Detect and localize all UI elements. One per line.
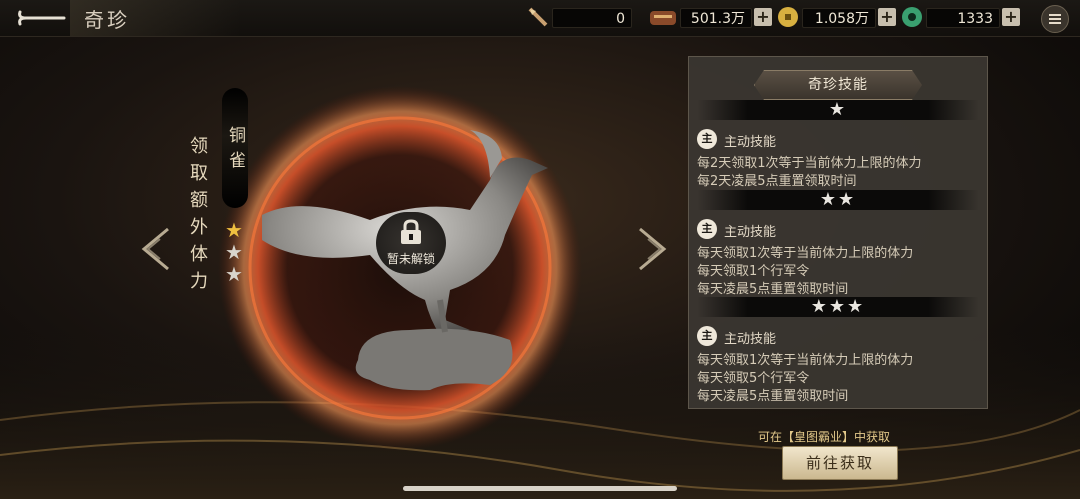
active-skill-tag: 主 [697,219,717,239]
bag-icon [650,11,676,25]
menu-button[interactable] [1041,5,1069,33]
source-hint: 可在【皇图霸业】中获取 [758,430,891,444]
resource-jade-value: 1333 [926,8,1000,28]
add-coin-button[interactable]: + [878,8,896,26]
gold-coin-icon [778,7,798,27]
skill-description-line: 每天领取5个行军令 [697,371,810,386]
star-icon: ★ [225,262,243,286]
skill-type: 主动技能 [724,225,777,240]
skill-description-line: 每天凌晨5点重置领取时间 [697,282,849,297]
prev-arrow-button[interactable] [138,225,172,273]
skill-type: 主动技能 [724,332,777,347]
skill-description-line: 每2天领取1次等于当前体力上限的体力 [697,156,922,171]
top-bar: 奇珍 0 501.3万 + 1.058万 + 1333 + [0,0,1080,37]
page-title: 奇珍 [84,8,130,32]
star-icon: ★ [225,218,243,242]
arrow-item-icon [528,7,548,27]
skill-panel-title: 奇珍技能 [808,77,868,93]
active-skill-tag: 主 [697,326,717,346]
add-jade-button[interactable]: + [1002,8,1020,26]
add-bag-button[interactable]: + [754,8,772,26]
skill-description-line: 每天凌晨5点重置领取时间 [697,389,849,404]
go-obtain-button[interactable]: 前往获取 [782,446,898,480]
tier-stars: ★★ [819,189,857,210]
resource-bag-value: 501.3万 [680,8,752,28]
tier-stars: ★ [828,99,848,120]
resource-coin-value: 1.058万 [802,8,876,28]
treasure-description: 领取额外体力 [187,136,208,298]
skill-description-line: 每2天凌晨5点重置领取时间 [697,174,857,189]
skill-description-line: 每天领取1次等于当前体力上限的体力 [697,353,914,368]
skill-description-line: 每天领取1次等于当前体力上限的体力 [697,246,914,261]
home-indicator [403,486,677,491]
tier-stars: ★★★ [810,296,866,317]
lock-icon [401,219,421,244]
star-icon: ★ [225,240,243,264]
lock-text: 暂未解锁 [386,252,435,266]
next-arrow-button[interactable] [636,225,670,273]
skill-description-line: 每天领取1个行军令 [697,264,810,279]
back-button[interactable] [14,6,68,30]
skill-type: 主动技能 [724,135,777,150]
active-skill-tag: 主 [697,129,717,149]
jade-icon [902,7,922,27]
resource-arrow-value: 0 [552,8,632,28]
treasure-name: 铜雀 [225,126,245,176]
